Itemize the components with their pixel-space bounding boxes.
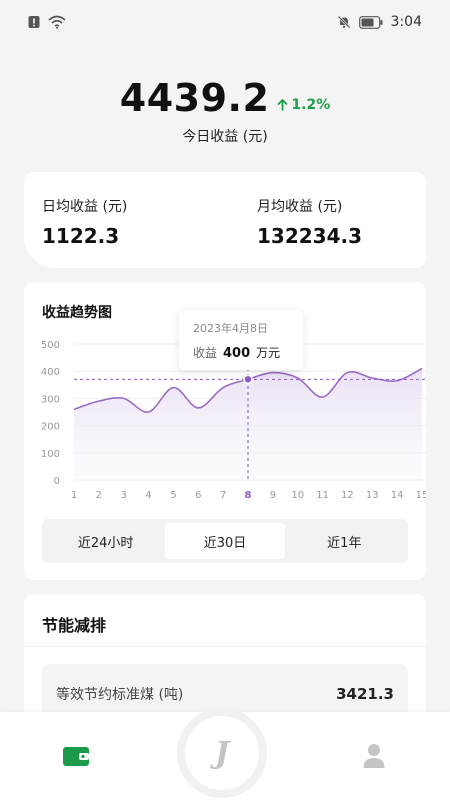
x-tick-label: 12: [341, 490, 354, 501]
x-tick-label: 4: [145, 490, 151, 501]
alert-icon: [28, 16, 40, 28]
bell-off-icon: [337, 15, 350, 29]
tooltip-label: 收益: [193, 346, 218, 360]
x-tick-label: 1: [71, 490, 77, 501]
earnings-row: 4439.2 1.2%: [0, 76, 450, 120]
y-tick-label: 0: [54, 476, 60, 487]
logo-j-icon: J: [214, 735, 230, 771]
y-tick-label: 400: [41, 367, 60, 378]
daily-average-value: 1122.3: [42, 224, 120, 248]
y-tick-label: 100: [41, 449, 60, 460]
wifi-icon: [48, 15, 66, 29]
x-tick-label: 9: [270, 490, 276, 501]
status-left: [28, 15, 66, 29]
range-tabs: 近24小时 近30日 近1年: [42, 519, 408, 563]
today-earnings-label: 今日收益 (元): [182, 129, 268, 145]
x-tick-label: 14: [391, 490, 404, 501]
x-tick-label: 11: [316, 490, 329, 501]
x-tick-label: 13: [366, 490, 379, 501]
x-tick-label: 10: [291, 490, 304, 501]
coal-saved-label: 等效节约标准煤 (吨): [56, 687, 184, 703]
tooltip-row: 收益 400 万元: [193, 344, 289, 361]
arrow-up-icon: [277, 99, 289, 111]
tooltip-date: 2023年4月8日: [193, 322, 268, 335]
highlight-point: [243, 374, 253, 385]
tab-24-hours[interactable]: 近24小时: [46, 523, 165, 559]
y-tick-label: 500: [41, 340, 60, 351]
x-tick-label: 8: [245, 490, 252, 501]
x-tick-label: 2: [96, 490, 102, 501]
tooltip-unit: 万元: [256, 346, 281, 360]
battery-icon: [358, 15, 383, 29]
x-tick-label: 15: [416, 490, 426, 501]
tab-1-year[interactable]: 近1年: [285, 523, 404, 559]
monthly-average-label: 月均收益 (元): [257, 199, 343, 215]
x-tick-label: 6: [195, 490, 201, 501]
chart-tooltip: 2023年4月8日 收益 400 万元: [179, 310, 303, 370]
x-tick-label: 7: [220, 490, 226, 501]
monthly-average-value: 132234.3: [257, 224, 363, 248]
today-earnings-summary: 4439.2 1.2% 今日收益 (元): [0, 76, 450, 146]
tab-center-home[interactable]: J: [177, 708, 267, 798]
coal-saved-value: 3421.3: [336, 685, 394, 703]
earnings-stats-card: 日均收益 (元) 1122.3 月均收益 (元) 132234.3: [24, 172, 426, 268]
daily-average-stat: 日均收益 (元) 1122.3: [42, 196, 127, 248]
energy-saving-title: 节能减排: [42, 616, 107, 635]
tab-wallet[interactable]: [56, 740, 96, 772]
status-bar: 3:04: [0, 0, 450, 44]
today-earnings-value: 4439.2: [119, 76, 270, 120]
person-icon: [363, 744, 385, 768]
divider: [24, 646, 426, 647]
bottom-tab-bar: J: [0, 708, 450, 800]
earnings-change: 1.2%: [277, 97, 330, 113]
monthly-average-stat: 月均收益 (元) 132234.3: [257, 196, 362, 248]
tab-30-days[interactable]: 近30日: [165, 523, 285, 559]
wallet-icon: [63, 747, 89, 766]
tab-profile[interactable]: [354, 740, 394, 772]
tooltip-value: 400: [223, 346, 251, 361]
chart-title: 收益趋势图: [42, 305, 112, 321]
earnings-trend-card: 收益趋势图 0 100 200 300 400 500 1 2 3 4 5 6 7 8 9 10 11 12 13 1…: [24, 282, 426, 580]
earnings-change-value: 1.2%: [291, 97, 331, 113]
status-right: 3:04: [337, 14, 422, 30]
y-tick-label: 300: [41, 394, 60, 405]
x-tick-label: 5: [170, 490, 176, 501]
y-tick-label: 200: [41, 422, 60, 433]
status-time: 3:04: [390, 14, 422, 30]
daily-average-label: 日均收益 (元): [42, 199, 128, 215]
x-tick-label: 3: [121, 490, 127, 501]
